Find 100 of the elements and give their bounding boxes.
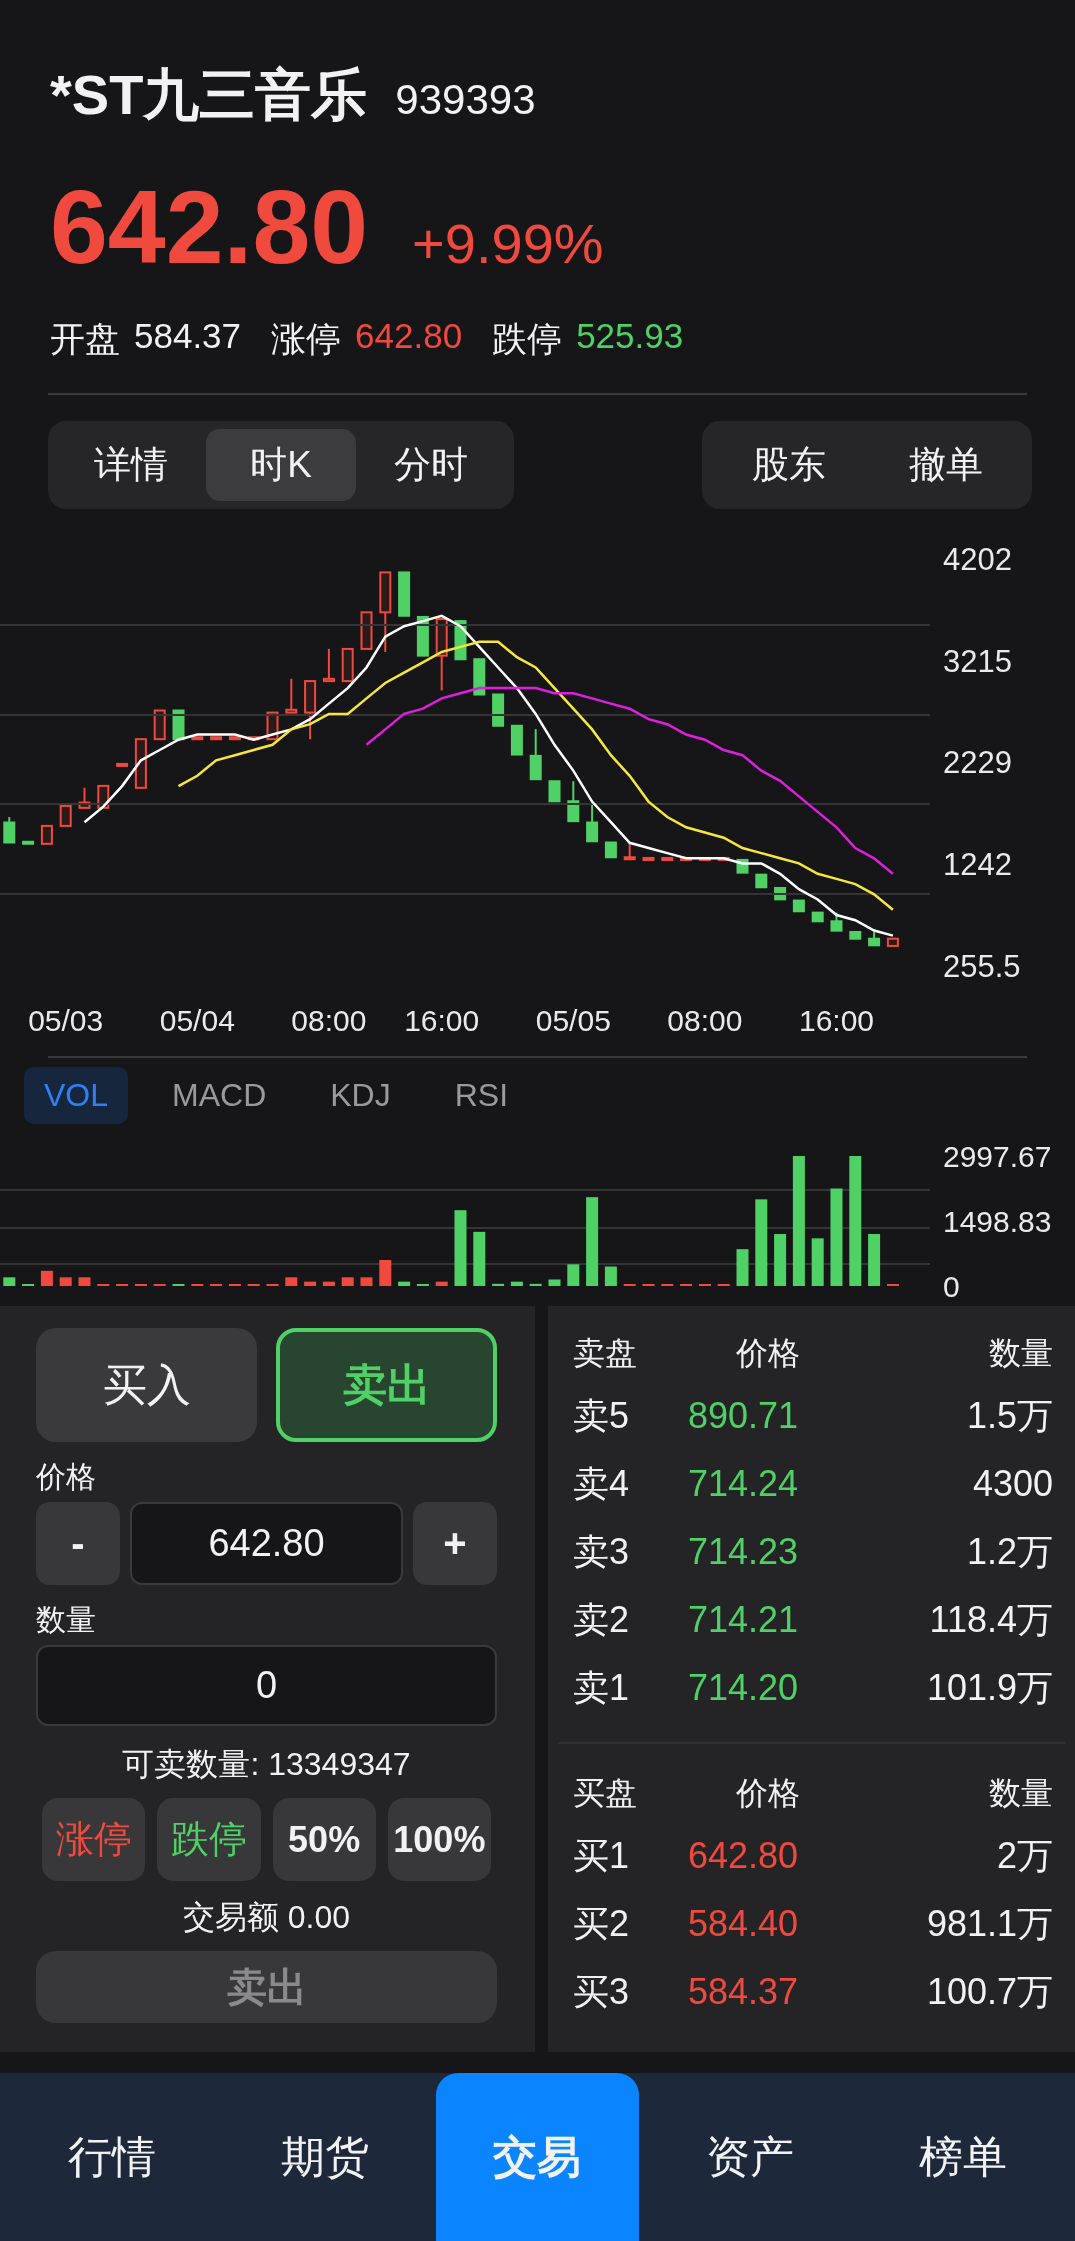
volume-bar bbox=[642, 1284, 655, 1287]
volume-bar bbox=[473, 1232, 486, 1287]
indicator-tab[interactable]: RSI bbox=[434, 1066, 529, 1124]
quick-fill-button[interactable]: 50% bbox=[272, 1798, 376, 1882]
candlestick bbox=[755, 874, 768, 889]
nav-tab[interactable]: 榜单 bbox=[861, 2073, 1064, 2241]
volume-bar bbox=[886, 1284, 899, 1287]
axis-label: 4202 bbox=[943, 542, 1012, 578]
candlestick bbox=[134, 738, 147, 790]
candlestick bbox=[398, 571, 411, 618]
candlestick bbox=[22, 841, 35, 846]
order-quantity: 101.9万 bbox=[926, 1666, 1053, 1708]
candlestick bbox=[849, 931, 862, 941]
order-level: 买2 bbox=[573, 1901, 631, 1946]
column-header: 买盘 bbox=[573, 1774, 638, 1814]
volume-bar bbox=[774, 1234, 787, 1287]
indicator-tab[interactable]: MACD bbox=[152, 1066, 287, 1124]
candlestick bbox=[586, 802, 599, 843]
volume-bar bbox=[285, 1277, 298, 1287]
axis-label: 05/04 bbox=[159, 1004, 235, 1038]
volume-bar bbox=[266, 1284, 279, 1287]
volume-bar bbox=[416, 1284, 429, 1287]
candlestick bbox=[510, 725, 523, 756]
order-price: 714.24 bbox=[688, 1463, 799, 1505]
candlestick bbox=[116, 763, 129, 768]
side-button[interactable]: 买入 bbox=[36, 1328, 257, 1443]
candlestick bbox=[3, 816, 16, 844]
view-tab[interactable]: 详情 bbox=[56, 429, 206, 502]
volume-bar bbox=[134, 1284, 147, 1287]
volume-bar bbox=[548, 1279, 561, 1287]
order-level: 买1 bbox=[573, 1833, 631, 1878]
axis-label: 1498.83 bbox=[943, 1205, 1052, 1239]
volume-bar bbox=[22, 1284, 35, 1287]
order-level: 卖2 bbox=[573, 1597, 631, 1642]
candlestick bbox=[811, 912, 824, 923]
candlestick bbox=[604, 841, 617, 859]
decrease-button[interactable]: - bbox=[36, 1502, 120, 1586]
price-field[interactable]: 642.80 bbox=[130, 1502, 403, 1586]
volume-bar bbox=[322, 1282, 335, 1287]
column-header: 卖盘 bbox=[573, 1334, 638, 1374]
available-quantity: 可卖数量: 13349347 bbox=[121, 1745, 412, 1785]
axis-label: 08:00 bbox=[291, 1004, 367, 1038]
indicator-tab[interactable]: KDJ bbox=[310, 1066, 411, 1124]
axis-label: 1242 bbox=[943, 847, 1012, 883]
volume-bar bbox=[623, 1284, 636, 1287]
candlestick bbox=[153, 709, 166, 741]
axis-label: 2997.67 bbox=[943, 1140, 1052, 1174]
volume-bar bbox=[172, 1284, 185, 1287]
side-button[interactable]: 卖出 bbox=[276, 1328, 497, 1443]
candlestick bbox=[210, 736, 223, 741]
volume-bar bbox=[868, 1234, 881, 1287]
axis-label: 08:00 bbox=[667, 1004, 743, 1038]
candlestick bbox=[247, 736, 260, 741]
order-price: 714.21 bbox=[688, 1599, 799, 1641]
candlestick bbox=[492, 693, 505, 728]
action-button[interactable]: 股东 bbox=[710, 429, 867, 502]
volume-bar bbox=[492, 1284, 505, 1287]
nav-tab[interactable]: 资产 bbox=[648, 2073, 852, 2241]
candlestick bbox=[360, 611, 373, 651]
nav-tab[interactable]: 期货 bbox=[223, 2073, 427, 2241]
stock-name: *ST九三音乐 bbox=[50, 62, 368, 128]
stat-label: 跌停 bbox=[492, 318, 563, 361]
volume-bar bbox=[680, 1284, 693, 1287]
candlestick bbox=[567, 780, 580, 823]
price-change: +9.99% bbox=[412, 211, 604, 276]
field-label: 数量 bbox=[36, 1602, 97, 1639]
view-tab[interactable]: 时K bbox=[206, 429, 356, 502]
stat-label: 涨停 bbox=[271, 318, 342, 361]
quantity-field[interactable]: 0 bbox=[36, 1645, 497, 1727]
order-quantity: 981.1万 bbox=[926, 1902, 1053, 1944]
current-price: 642.80 bbox=[50, 170, 369, 285]
order-price: 714.23 bbox=[688, 1531, 799, 1573]
volume-bar bbox=[604, 1266, 617, 1287]
stock-code: 939393 bbox=[395, 76, 536, 124]
candlestick bbox=[680, 857, 693, 862]
volume-bar bbox=[247, 1284, 260, 1287]
axis-label: 0 bbox=[943, 1270, 960, 1304]
view-tab[interactable]: 分时 bbox=[356, 429, 506, 502]
order-level: 卖5 bbox=[573, 1393, 631, 1438]
volume-bar bbox=[510, 1282, 523, 1287]
candlestick bbox=[285, 678, 298, 714]
indicator-tab[interactable]: VOL bbox=[24, 1066, 129, 1124]
quick-fill-button[interactable]: 100% bbox=[387, 1798, 491, 1882]
volume-bar bbox=[567, 1264, 580, 1287]
volume-bar bbox=[304, 1282, 317, 1287]
axis-label: 05/05 bbox=[535, 1004, 611, 1038]
nav-tab[interactable]: 行情 bbox=[11, 2073, 214, 2241]
axis-label: 2229 bbox=[943, 745, 1012, 781]
column-header: 价格 bbox=[736, 1335, 800, 1372]
volume-bar bbox=[698, 1284, 711, 1287]
increase-button[interactable]: + bbox=[413, 1502, 497, 1586]
quick-fill-button[interactable]: 跌停 bbox=[157, 1798, 261, 1882]
action-button[interactable]: 撤单 bbox=[867, 429, 1024, 502]
order-price: 642.80 bbox=[688, 1835, 799, 1877]
order-level: 卖4 bbox=[573, 1461, 631, 1506]
volume-bar bbox=[97, 1284, 110, 1287]
order-quantity: 2万 bbox=[996, 1834, 1053, 1876]
candlestick bbox=[661, 857, 674, 862]
candlestick bbox=[341, 648, 354, 683]
candlestick bbox=[830, 912, 843, 933]
